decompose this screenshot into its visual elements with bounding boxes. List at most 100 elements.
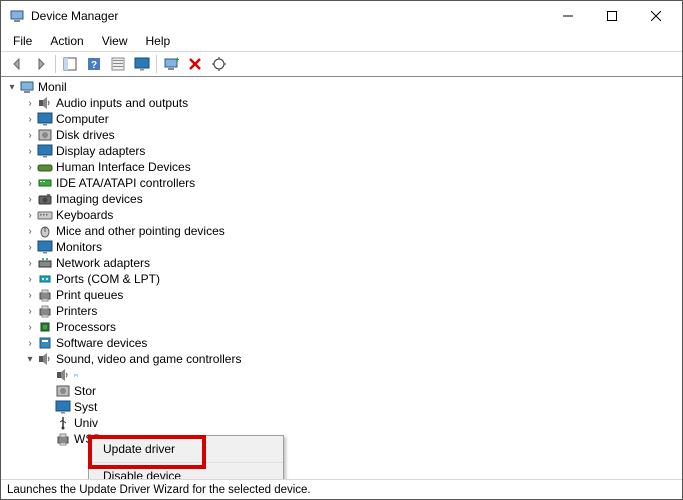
- chevron-right-icon[interactable]: ›: [23, 224, 37, 238]
- chevron-right-icon[interactable]: ›: [23, 320, 37, 334]
- chevron-right-icon[interactable]: ›: [23, 288, 37, 302]
- help-button[interactable]: ?: [82, 53, 106, 75]
- tree-category-printq[interactable]: › Print queues: [23, 287, 678, 303]
- scan-hardware-button[interactable]: [207, 53, 231, 75]
- tree-category-ports[interactable]: › Ports (COM & LPT): [23, 271, 678, 287]
- chevron-right-icon[interactable]: ›: [23, 128, 37, 142]
- ide-icon: [37, 175, 53, 191]
- statusbar: Launches the Update Driver Wizard for th…: [1, 479, 682, 499]
- tree-category-label: Processors: [56, 320, 116, 334]
- uninstall-device-button[interactable]: [183, 53, 207, 75]
- menubar: File Action View Help: [1, 31, 682, 51]
- network-icon: [37, 255, 53, 271]
- tree-category-imaging[interactable]: › Imaging devices: [23, 191, 678, 207]
- monitor-icon: [37, 239, 53, 255]
- tree-category-sound[interactable]: ▾ Sound, video and game controllers: [23, 351, 678, 367]
- tree-category-label: Human Interface Devices: [56, 160, 191, 174]
- tree-category-audio[interactable]: › Audio inputs and outputs: [23, 95, 678, 111]
- printer-icon: [55, 431, 71, 447]
- tree-category-keyboards[interactable]: › Keyboards: [23, 207, 678, 223]
- tree-device-sound-univ[interactable]: › Univ: [41, 415, 678, 431]
- printer-icon: [37, 303, 53, 319]
- svg-text:+: +: [175, 56, 179, 64]
- tree-category-hid[interactable]: › Human Interface Devices: [23, 159, 678, 175]
- monitor-icon: [55, 399, 71, 415]
- tree-category-computer[interactable]: › Computer: [23, 111, 678, 127]
- tree-category-printers[interactable]: › Printers: [23, 303, 678, 319]
- monitor-icon: [37, 143, 53, 159]
- chevron-right-icon[interactable]: ›: [23, 336, 37, 350]
- monitor-icon: [37, 111, 53, 127]
- chevron-down-icon[interactable]: ▾: [23, 352, 37, 366]
- chevron-right-icon[interactable]: ›: [23, 272, 37, 286]
- tree-root-node[interactable]: ▾ Monil: [5, 79, 678, 95]
- speaker-icon: [55, 367, 71, 383]
- minimize-button[interactable]: [546, 1, 590, 31]
- tree-category-monitors[interactable]: › Monitors: [23, 239, 678, 255]
- tree-category-label: IDE ATA/ATAPI controllers: [56, 176, 195, 190]
- tree-category-label: Print queues: [56, 288, 123, 302]
- tree-device-sound-syst[interactable]: › Syst: [41, 399, 678, 415]
- chevron-right-icon[interactable]: ›: [23, 256, 37, 270]
- close-button[interactable]: [634, 1, 678, 31]
- speaker-icon: [37, 351, 53, 367]
- computer-icon: [19, 79, 35, 95]
- tree-device-sound-stor[interactable]: › Stor: [41, 383, 678, 399]
- window-title: Device Manager: [31, 9, 546, 23]
- device-tree[interactable]: ▾ Monil › Audio inputs and outputs › Com…: [1, 77, 682, 479]
- context-menu-item-update-driver[interactable]: Update driver: [89, 436, 283, 463]
- cpu-icon: [37, 319, 53, 335]
- back-button[interactable]: [5, 53, 29, 75]
- tree-category-label: Ports (COM & LPT): [56, 272, 160, 286]
- tree-category-ide[interactable]: › IDE ATA/ATAPI controllers: [23, 175, 678, 191]
- chevron-right-icon[interactable]: ›: [23, 96, 37, 110]
- tree-category-label: Sound, video and game controllers: [56, 352, 241, 366]
- chevron-right-icon[interactable]: ›: [23, 160, 37, 174]
- app-icon: [9, 8, 25, 24]
- tree-category-label: Computer: [56, 112, 109, 126]
- tree-category-software[interactable]: › Software devices: [23, 335, 678, 351]
- monitor-icon-button[interactable]: [130, 53, 154, 75]
- keyboard-icon: [37, 207, 53, 223]
- port-icon: [37, 271, 53, 287]
- tree-category-label: Mice and other pointing devices: [56, 224, 225, 238]
- forward-button[interactable]: [29, 53, 53, 75]
- tree-category-processors[interactable]: › Processors: [23, 319, 678, 335]
- tree-category-label: Monitors: [56, 240, 102, 254]
- chevron-right-icon[interactable]: ›: [23, 240, 37, 254]
- tree-category-netadap[interactable]: › Network adapters: [23, 255, 678, 271]
- software-icon: [37, 335, 53, 351]
- menu-action[interactable]: Action: [42, 32, 91, 50]
- chevron-right-icon[interactable]: ›: [23, 304, 37, 318]
- maximize-button[interactable]: [590, 1, 634, 31]
- tree-device-label: Stor: [74, 384, 96, 398]
- context-menu-item-disable-device[interactable]: Disable device: [89, 463, 283, 479]
- tree-category-diskdrives[interactable]: › Disk drives: [23, 127, 678, 143]
- chevron-right-icon[interactable]: ›: [23, 176, 37, 190]
- tree-device-sound-dev0[interactable]: ›: [41, 367, 678, 383]
- menu-view[interactable]: View: [94, 32, 136, 50]
- tree-category-label: Imaging devices: [56, 192, 143, 206]
- tree-category-display[interactable]: › Display adapters: [23, 143, 678, 159]
- properties-button[interactable]: [106, 53, 130, 75]
- chevron-down-icon[interactable]: ▾: [5, 80, 19, 94]
- camera-icon: [37, 191, 53, 207]
- chevron-right-icon[interactable]: ›: [23, 144, 37, 158]
- show-hide-button[interactable]: [58, 53, 82, 75]
- disk-icon: [55, 383, 71, 399]
- chevron-right-icon[interactable]: ›: [23, 208, 37, 222]
- tree-device-label: Syst: [74, 400, 97, 414]
- tree-category-mice[interactable]: › Mice and other pointing devices: [23, 223, 678, 239]
- context-menu: Update driverDisable deviceUninstall dev…: [88, 435, 284, 479]
- menu-file[interactable]: File: [5, 32, 40, 50]
- status-text: Launches the Update Driver Wizard for th…: [7, 484, 311, 496]
- chevron-right-icon[interactable]: ›: [23, 192, 37, 206]
- tree-root-label: Monil: [38, 80, 67, 94]
- usb-icon: [55, 415, 71, 431]
- tree-category-label: Software devices: [56, 336, 147, 350]
- tree-device-label: Univ: [74, 416, 98, 430]
- menu-help[interactable]: Help: [138, 32, 179, 50]
- mouse-icon: [37, 223, 53, 239]
- chevron-right-icon[interactable]: ›: [23, 112, 37, 126]
- add-device-button[interactable]: +: [159, 53, 183, 75]
